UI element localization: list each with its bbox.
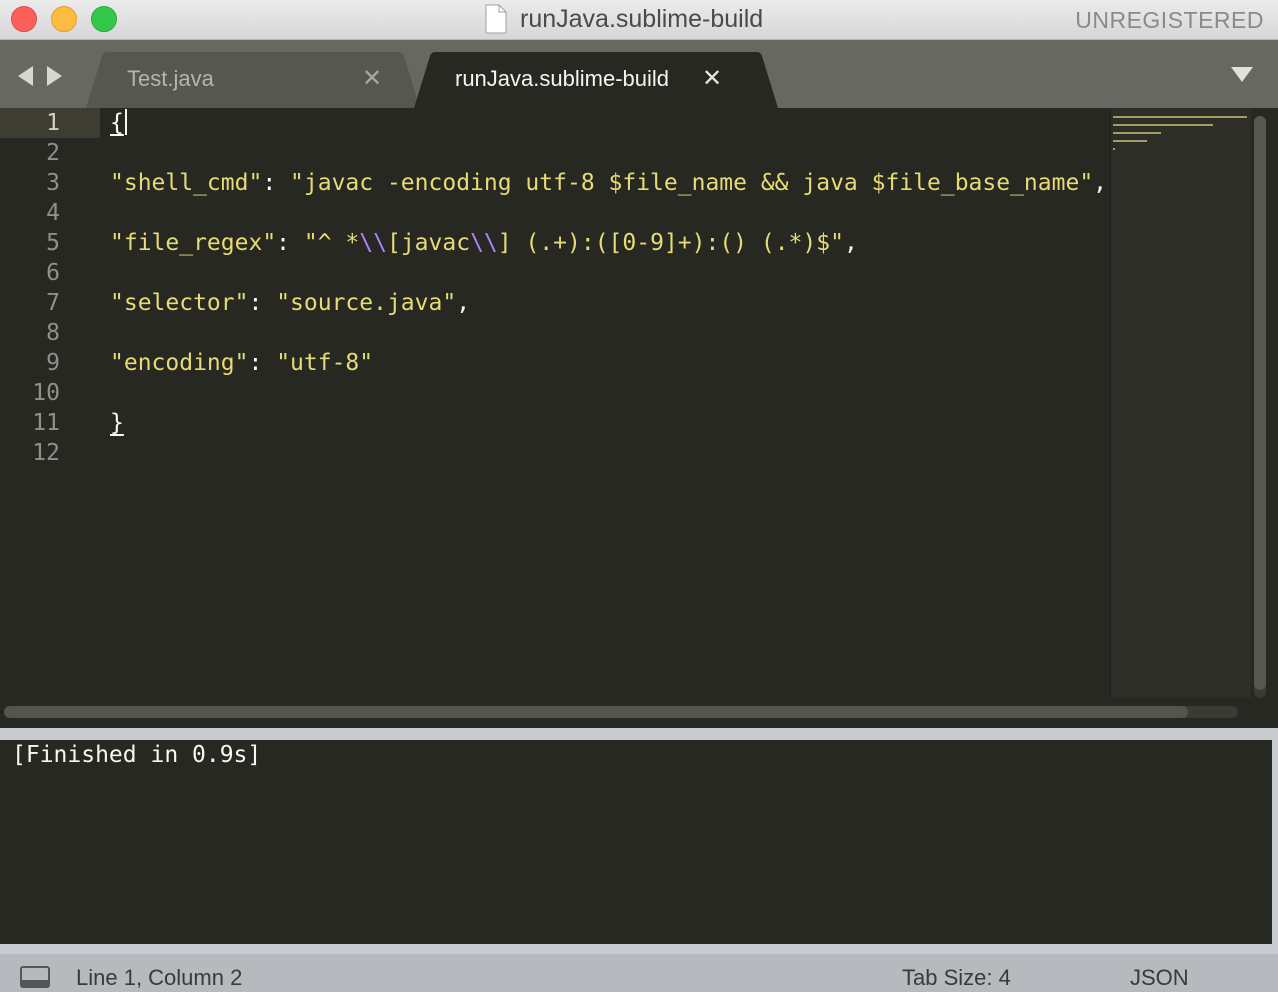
minimap[interactable] xyxy=(1110,108,1251,698)
zoom-window-button[interactable] xyxy=(91,6,117,32)
window-title: runJava.sublime-build xyxy=(520,5,764,33)
open-brace: { xyxy=(110,110,124,136)
code-line[interactable]: "encoding": "utf-8" xyxy=(110,348,1110,378)
json-comma: , xyxy=(1093,170,1108,196)
json-value: "javac -encoding utf-8 $file_name && jav… xyxy=(290,170,1094,196)
document-icon xyxy=(485,4,507,34)
json-separator: : xyxy=(248,290,277,316)
code-line[interactable]: } xyxy=(110,408,1110,438)
tab-list-dropdown-icon[interactable] xyxy=(1231,67,1253,82)
code-line[interactable]: "shell_cmd": "javac -encoding utf-8 $fil… xyxy=(110,168,1110,198)
json-value-part: "^ * xyxy=(303,230,360,256)
editor-area[interactable]: 1 2 3 4 5 6 7 8 9 10 11 12 { "shell_cmd"… xyxy=(0,108,1278,728)
line-number: 10 xyxy=(32,380,60,406)
json-separator: : xyxy=(248,350,277,376)
line-number: 12 xyxy=(32,440,60,466)
tab-label: runJava.sublime-build xyxy=(455,66,669,91)
panel-edge xyxy=(1272,740,1278,944)
line-number: 1 xyxy=(0,108,100,138)
tab-label: Test.java xyxy=(127,66,214,91)
minimap-line xyxy=(1113,148,1115,150)
code-content[interactable]: { "shell_cmd": "javac -encoding utf-8 $f… xyxy=(110,108,1110,468)
panel-divider[interactable] xyxy=(0,728,1278,740)
close-window-button[interactable] xyxy=(11,6,37,32)
build-output-text: [Finished in 0.9s] xyxy=(12,742,262,768)
line-number: 3 xyxy=(46,170,60,196)
escape-sequence: \\ xyxy=(470,230,498,256)
json-value: "source.java" xyxy=(276,290,457,316)
vertical-scrollbar-thumb[interactable] xyxy=(1254,116,1266,690)
minimap-line xyxy=(1113,124,1213,126)
line-number: 2 xyxy=(46,140,60,166)
title-bar: runJava.sublime-build UNREGISTERED xyxy=(0,0,1278,40)
syntax-mode[interactable]: JSON xyxy=(1130,964,1189,992)
json-value-part: ] (.+):([0-9]+):() (.*)$" xyxy=(497,230,844,256)
code-line[interactable] xyxy=(110,258,1110,288)
line-number: 8 xyxy=(46,320,60,346)
tab-bar: Test.java ✕ runJava.sublime-build ✕ xyxy=(0,40,1278,108)
build-output-panel[interactable]: [Finished in 0.9s] xyxy=(0,740,1272,944)
code-line[interactable]: "file_regex": "^ *\\[javac\\] (.+):([0-9… xyxy=(110,228,1110,258)
code-line[interactable] xyxy=(110,318,1110,348)
line-number: 7 xyxy=(46,290,60,316)
code-line[interactable] xyxy=(110,378,1110,408)
json-key: "shell_cmd" xyxy=(110,170,263,196)
code-line[interactable]: { xyxy=(110,108,1110,138)
text-cursor xyxy=(124,109,127,135)
line-number: 5 xyxy=(46,230,60,256)
code-line[interactable]: "selector": "source.java", xyxy=(110,288,1110,318)
line-number: 6 xyxy=(46,260,60,286)
tab-runjava-sublime-build[interactable]: runJava.sublime-build ✕ xyxy=(414,52,778,108)
horizontal-scrollbar-thumb[interactable] xyxy=(4,706,1188,718)
close-brace: } xyxy=(110,410,124,436)
status-bar: Line 1, Column 2 Tab Size: 4 JSON xyxy=(0,944,1278,992)
tab-size[interactable]: Tab Size: 4 xyxy=(902,964,1011,992)
json-comma: , xyxy=(843,230,858,256)
json-value: "utf-8" xyxy=(276,350,374,376)
cursor-position[interactable]: Line 1, Column 2 xyxy=(76,964,242,992)
line-number: 9 xyxy=(46,350,60,376)
close-tab-icon[interactable]: ✕ xyxy=(702,65,722,93)
json-separator: : xyxy=(276,230,304,256)
minimap-line xyxy=(1113,132,1161,134)
json-key: "file_regex" xyxy=(110,230,277,256)
minimap-line xyxy=(1113,116,1247,118)
code-line[interactable] xyxy=(110,138,1110,168)
navigate-forward-icon[interactable] xyxy=(47,66,62,86)
close-tab-icon[interactable]: ✕ xyxy=(362,65,382,93)
navigate-back-icon[interactable] xyxy=(18,66,33,86)
line-number-gutter: 1 2 3 4 5 6 7 8 9 10 11 12 xyxy=(0,108,100,468)
line-number: 4 xyxy=(46,200,60,226)
line-number: 11 xyxy=(32,410,60,436)
tab-test-java[interactable]: Test.java ✕ xyxy=(86,52,420,108)
code-line[interactable] xyxy=(110,198,1110,228)
registration-status: UNREGISTERED xyxy=(1075,7,1264,33)
json-value-part: [javac xyxy=(386,230,471,256)
minimap-line xyxy=(1113,140,1147,142)
code-line[interactable] xyxy=(110,438,1110,468)
json-key: "encoding" xyxy=(110,350,249,376)
json-comma: , xyxy=(456,290,471,316)
minimize-window-button[interactable] xyxy=(51,6,77,32)
json-key: "selector" xyxy=(110,290,249,316)
escape-sequence: \\ xyxy=(359,230,387,256)
panel-toggle-icon[interactable] xyxy=(20,966,50,988)
json-separator: : xyxy=(262,170,291,196)
